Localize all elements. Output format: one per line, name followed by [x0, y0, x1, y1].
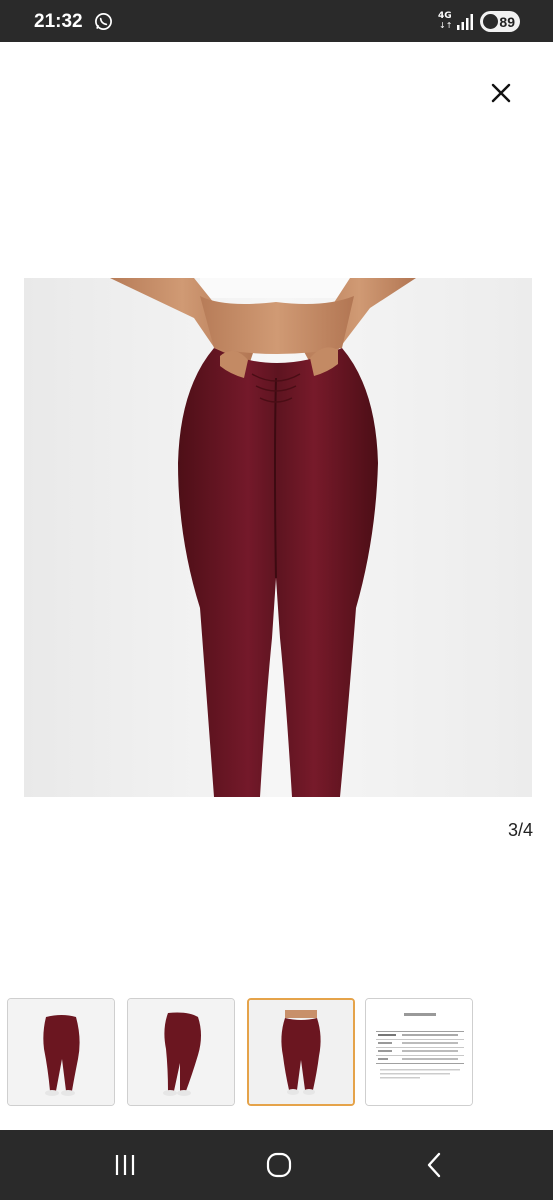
- battery-level: 89: [499, 13, 515, 30]
- close-icon[interactable]: [486, 78, 516, 108]
- thumbnail-front-image: [8, 999, 114, 1105]
- product-image[interactable]: [24, 278, 532, 797]
- battery-saver-icon: [483, 14, 498, 29]
- network-arrows: ↓↑: [439, 21, 453, 30]
- whatsapp-icon: [95, 13, 112, 30]
- thumbnail-2[interactable]: [127, 998, 235, 1106]
- leggings-back-illustration: [24, 278, 532, 797]
- image-counter: 3/4: [507, 820, 533, 840]
- back-icon[interactable]: [418, 1150, 452, 1180]
- thumbnail-3[interactable]: [247, 998, 355, 1106]
- thumbnail-side-image: [128, 999, 234, 1105]
- network-type: 4G: [438, 11, 452, 21]
- thumbnail-back-image: [249, 1000, 353, 1104]
- navigation-bar: [0, 1130, 553, 1200]
- recent-apps-icon[interactable]: [108, 1150, 142, 1180]
- home-icon[interactable]: [262, 1150, 296, 1180]
- signal-icon: [457, 14, 473, 30]
- thumbnail-size-table-image: [366, 999, 472, 1105]
- status-bar: 21:32 4G ↓↑ 89: [0, 0, 553, 42]
- status-time: 21:32: [34, 11, 83, 32]
- battery-icon: 89: [480, 11, 520, 32]
- thumbnail-1[interactable]: [7, 998, 115, 1106]
- thumbnail-4[interactable]: [365, 998, 473, 1106]
